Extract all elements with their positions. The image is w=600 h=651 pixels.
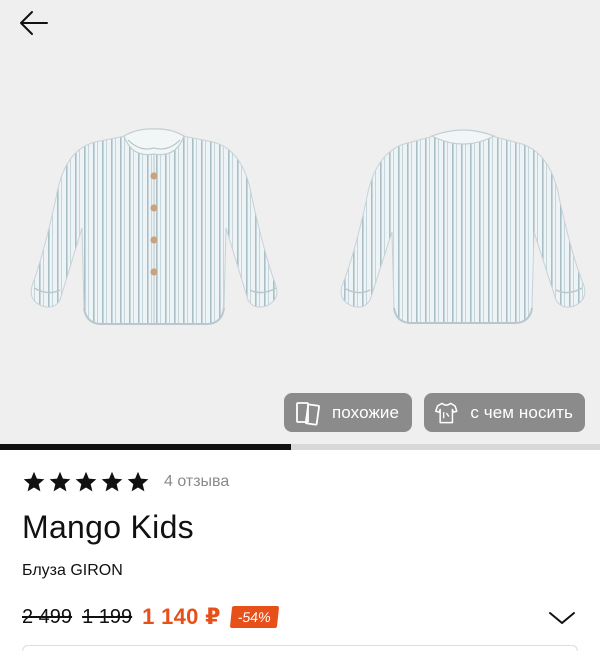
discount-badge: -54% xyxy=(229,606,279,628)
chevron-down-icon xyxy=(549,612,575,624)
back-button[interactable] xyxy=(14,6,54,40)
gallery-progress-bar xyxy=(0,444,600,450)
gallery-progress-fill xyxy=(0,444,291,450)
rating-stars xyxy=(22,470,150,494)
original-price: 2 499 xyxy=(22,605,73,628)
previous-price: 1 199 xyxy=(82,605,133,628)
similar-button-label: похожие xyxy=(332,402,400,422)
star-icon xyxy=(23,471,45,492)
arrow-left-icon xyxy=(20,11,48,35)
brand-name[interactable]: Mango Kids xyxy=(22,509,194,546)
outfit-button-label: с чем носить xyxy=(470,402,573,422)
reviews-count[interactable]: 4 отзыва xyxy=(164,473,229,491)
star-icon xyxy=(75,471,97,492)
product-image-front[interactable] xyxy=(20,118,290,343)
similar-button[interactable]: похожие xyxy=(284,393,412,432)
star-icon xyxy=(49,471,71,492)
rating-block[interactable]: 4 отзыва xyxy=(22,470,229,494)
star-icon xyxy=(101,471,123,492)
price-row: 2 499 1 199 1 140 ₽ -54% xyxy=(22,604,279,630)
current-price: 1 140 ₽ xyxy=(142,604,221,629)
expand-price-button[interactable] xyxy=(546,606,578,630)
size-selector-box[interactable] xyxy=(22,645,578,651)
product-name: Блуза GIRON xyxy=(22,562,123,579)
outfit-button[interactable]: с чем носить xyxy=(424,393,585,432)
product-image-gallery[interactable]: похожие с чем носить xyxy=(0,0,600,450)
outfit-clothes-icon xyxy=(435,402,458,423)
product-image-back[interactable] xyxy=(334,126,592,341)
similar-cards-icon xyxy=(296,401,320,426)
star-icon xyxy=(127,471,149,492)
